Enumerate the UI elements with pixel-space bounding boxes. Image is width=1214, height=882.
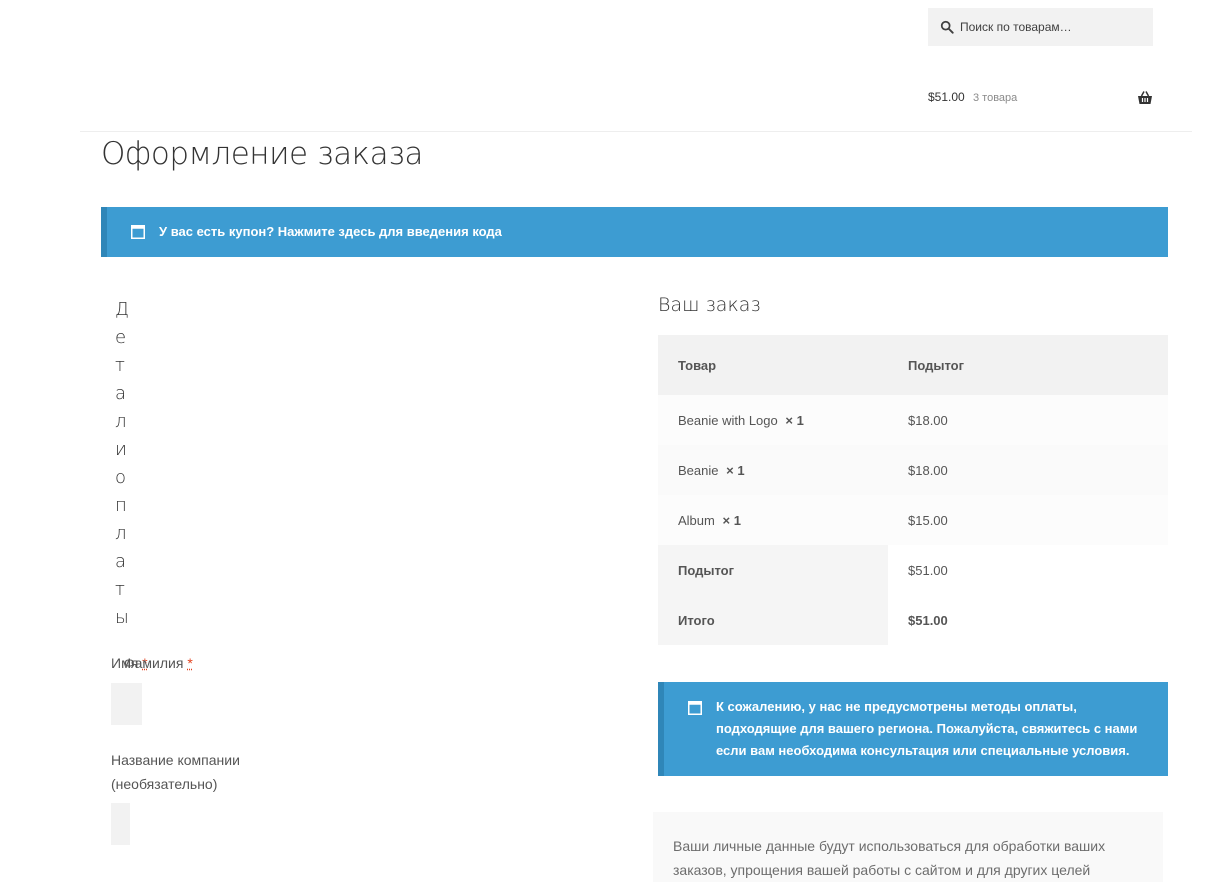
product-qty: × 1: [785, 413, 803, 428]
basket-icon[interactable]: [1137, 90, 1153, 106]
payment-notice-text: К сожалению, у нас не предусмотрены мето…: [716, 696, 1146, 762]
product-name: Beanie: [678, 463, 718, 478]
product-cell: Beanie × 1: [658, 445, 888, 495]
last-name-label-text: Фамилия: [124, 655, 183, 671]
subtotal-value: $51.00: [888, 545, 1168, 595]
privacy-policy-box: Ваши личные данные будут использоваться …: [653, 812, 1163, 882]
required-mark: *: [187, 655, 192, 671]
coupon-notice[interactable]: У вас есть купон? Нажмите здесь для введ…: [101, 207, 1168, 257]
order-heading: Ваш заказ: [658, 294, 761, 316]
product-price: $18.00: [888, 445, 1168, 495]
table-row: Album × 1 $15.00: [658, 495, 1168, 545]
privacy-text: Ваши личные данные будут использоваться …: [673, 834, 1133, 882]
product-price: $15.00: [888, 495, 1168, 545]
payment-notice: К сожалению, у нас не предусмотрены мето…: [658, 682, 1168, 776]
search-input[interactable]: [960, 20, 1150, 34]
page-title: Оформление заказа: [101, 136, 423, 172]
total-value: $51.00: [888, 595, 1168, 645]
cart-count[interactable]: 3 товара: [973, 92, 1017, 104]
total-label: Итого: [658, 595, 888, 645]
column-header-product: Товар: [658, 335, 888, 395]
coupon-link[interactable]: У вас есть купон? Нажмите здесь для введ…: [159, 224, 502, 239]
product-name: Beanie with Logo: [678, 413, 778, 428]
window-icon: [688, 701, 702, 715]
billing-heading: Детали оплаты: [115, 296, 131, 632]
subtotal-label: Подытог: [658, 545, 888, 595]
product-qty: × 1: [722, 513, 740, 528]
product-name: Album: [678, 513, 715, 528]
table-header-row: Товар Подытог: [658, 335, 1168, 395]
order-review-table: Товар Подытог Beanie with Logo × 1 $18.0…: [658, 335, 1168, 645]
subtotal-row: Подытог $51.00: [658, 545, 1168, 595]
first-name-field[interactable]: [111, 683, 142, 725]
product-qty: × 1: [726, 463, 744, 478]
last-name-label: Фамилия *: [124, 655, 193, 671]
cart-total[interactable]: $51.00: [928, 90, 965, 104]
table-row: Beanie × 1 $18.00: [658, 445, 1168, 495]
company-field[interactable]: [111, 803, 130, 845]
product-cell: Beanie with Logo × 1: [658, 395, 888, 445]
company-label: Название компании (необязательно): [111, 748, 311, 796]
product-cell: Album × 1: [658, 495, 888, 545]
column-header-subtotal: Подытог: [888, 335, 1168, 395]
window-icon: [131, 225, 145, 239]
product-search[interactable]: [928, 8, 1153, 46]
search-icon: [940, 20, 954, 34]
product-price: $18.00: [888, 395, 1168, 445]
total-row: Итого $51.00: [658, 595, 1168, 645]
header-divider: [80, 131, 1192, 132]
table-row: Beanie with Logo × 1 $18.00: [658, 395, 1168, 445]
